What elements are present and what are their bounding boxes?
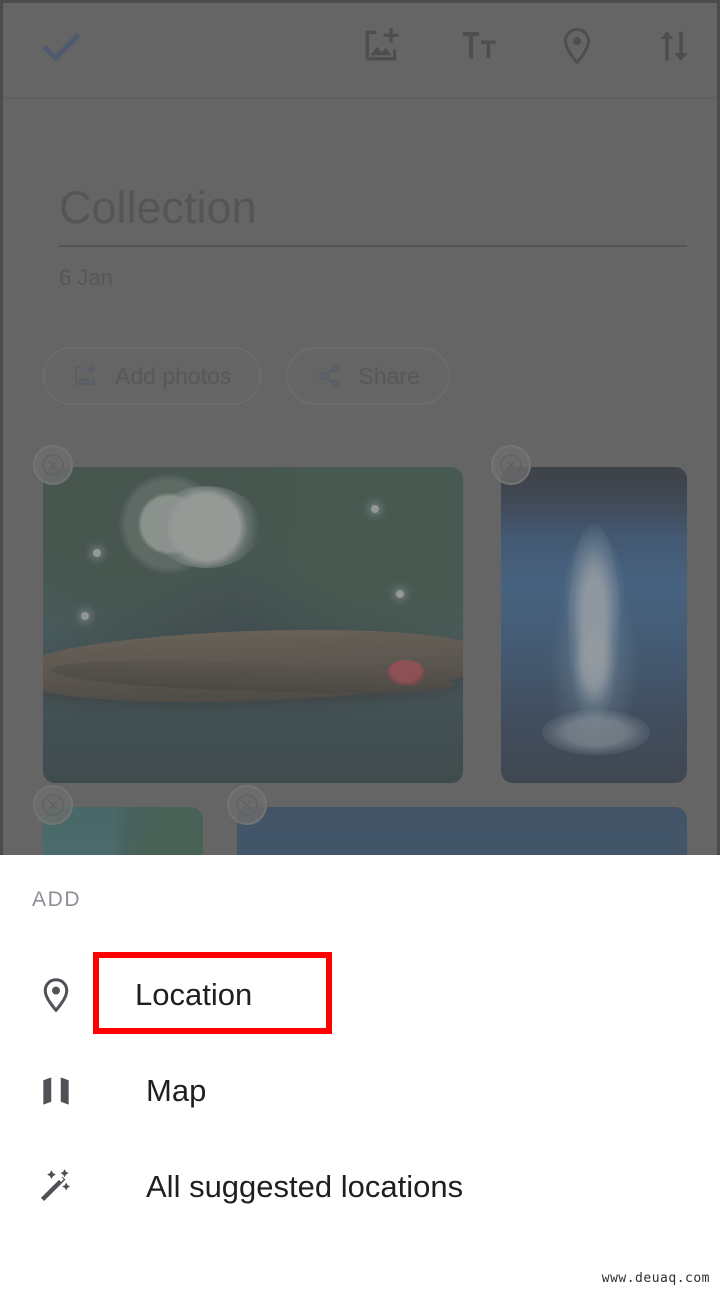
sheet-header-label: ADD bbox=[32, 888, 82, 911]
location-pin-icon bbox=[28, 976, 84, 1014]
add-bottom-sheet: ADD Location Map All suggested locations bbox=[0, 855, 720, 1294]
sheet-menu: Location Map All suggested locations bbox=[0, 947, 720, 1235]
watermark: www.deuaq.com bbox=[601, 1271, 710, 1286]
map-icon bbox=[28, 1072, 84, 1110]
menu-item-all-suggested-locations[interactable]: All suggested locations bbox=[0, 1139, 720, 1235]
dim-scrim[interactable] bbox=[3, 3, 717, 860]
menu-item-location[interactable]: Location bbox=[0, 947, 720, 1043]
menu-item-map[interactable]: Map bbox=[0, 1043, 720, 1139]
menu-item-all-suggested-locations-label: All suggested locations bbox=[146, 1169, 464, 1204]
screen-root: Collection 6 Jan Add photos bbox=[0, 0, 720, 1294]
menu-item-map-label: Map bbox=[146, 1073, 207, 1108]
album-editor-background: Collection 6 Jan Add photos bbox=[0, 0, 720, 860]
menu-item-location-label: Location bbox=[135, 977, 253, 1012]
magic-wand-icon bbox=[28, 1166, 84, 1208]
